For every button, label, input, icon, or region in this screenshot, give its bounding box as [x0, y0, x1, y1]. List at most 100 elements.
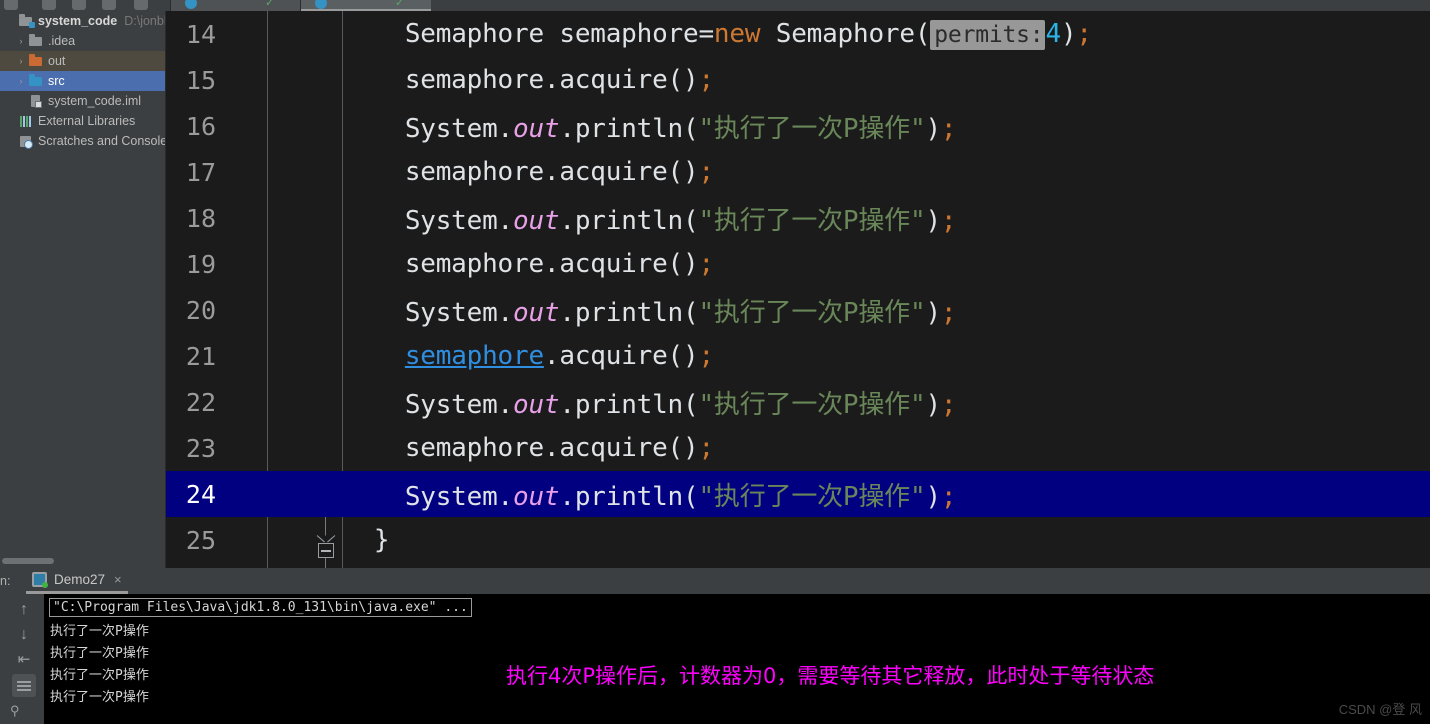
code-token: .println(	[559, 389, 699, 420]
tree-item-system-code[interactable]: · system_code D:\jonbhel	[0, 11, 165, 31]
java-class-icon	[185, 0, 197, 9]
code-line-24[interactable]: 24 System.out.println("执行了一次P操作");	[166, 471, 1430, 517]
code-line-15[interactable]: 15 semaphore.acquire();	[166, 57, 1430, 103]
chevron-right-icon[interactable]: ›	[14, 51, 28, 71]
vcs-mark-icon: ✓	[395, 0, 405, 9]
code-token: ;	[698, 65, 714, 95]
console-output[interactable]: "C:\Program Files\Java\jdk1.8.0_131\bin\…	[44, 594, 1430, 724]
code-fold-marker-icon[interactable]	[315, 517, 337, 568]
project-tool-window: · system_code D:\jonbhel › .idea › out › src · sys…	[0, 11, 166, 568]
rerun-up-arrow-icon[interactable]: ↑	[12, 598, 36, 621]
code-text: semaphore.acquire();	[343, 341, 1430, 371]
chevron-right-icon[interactable]: ›	[14, 31, 28, 51]
line-number: 14	[185, 19, 216, 49]
code-token: ;	[940, 481, 957, 512]
code-text: Semaphore semaphore=new Semaphore(permit…	[343, 19, 1430, 50]
code-token: ;	[940, 389, 957, 420]
code-text: System.out.println("执行了一次P操作");	[343, 200, 1430, 237]
code-token: System.	[343, 297, 513, 328]
code-line-20[interactable]: 20 System.out.println("执行了一次P操作");	[166, 287, 1430, 333]
line-number: 20	[185, 295, 216, 325]
code-token: ;	[698, 157, 714, 187]
tree-indent-spacer: ·	[4, 131, 18, 151]
line-number: 23	[185, 433, 216, 463]
code-token: System.	[343, 113, 513, 144]
line-number: 15	[185, 65, 216, 95]
chevron-right-icon[interactable]: ›	[14, 71, 28, 91]
code-line-16[interactable]: 16 System.out.println("执行了一次P操作");	[166, 103, 1430, 149]
soft-wrap-icon[interactable]: ⇤	[12, 648, 36, 671]
tree-item-out[interactable]: › out	[0, 51, 165, 71]
code-token: )	[1060, 19, 1077, 49]
code-token: System.	[343, 481, 513, 512]
code-token: semaphore.acquire()	[343, 433, 699, 463]
code-editor[interactable]: 14 Semaphore semaphore=new Semaphore(per…	[166, 11, 1430, 568]
code-text: semaphore.acquire();	[343, 249, 1430, 279]
line-number: 17	[185, 157, 216, 187]
tree-item-scratches-and-consoles[interactable]: · Scratches and Consoles	[0, 131, 165, 151]
toolbar-icon-3[interactable]	[72, 0, 86, 10]
code-line-14[interactable]: 14 Semaphore semaphore=new Semaphore(per…	[166, 11, 1430, 57]
rerun-down-arrow-icon[interactable]: ↓	[12, 623, 36, 646]
pin-icon[interactable]: ⚲	[10, 704, 23, 717]
code-token: semaphore.acquire()	[343, 249, 699, 279]
code-line-22[interactable]: 22 System.out.println("执行了一次P操作");	[166, 379, 1430, 425]
code-token: ;	[940, 113, 957, 144]
line-number: 19	[185, 249, 216, 279]
tree-indent-spacer: ·	[4, 11, 18, 31]
tree-item-label: system_code	[38, 14, 118, 28]
code-token: out	[513, 113, 560, 144]
code-token: 4	[1045, 19, 1061, 49]
code-token: "执行了一次P操作"	[698, 113, 926, 144]
project-panel-horizontal-scrollbar[interactable]	[2, 558, 54, 564]
toolbar-icon-2[interactable]	[42, 0, 56, 10]
console-output-line: 执行了一次P操作	[50, 690, 149, 705]
toolbar-icon-5[interactable]	[134, 0, 148, 10]
tree-item-path: D:\jonbhel	[124, 14, 165, 28]
tree-item-system-code-iml[interactable]: · system_code.iml	[0, 91, 165, 111]
run-tool-window: n: Demo27 × ↑ ↓ ⇤ "C:\Program Files\Java…	[0, 568, 1430, 724]
run-tab-demo27[interactable]: Demo27 ×	[26, 568, 128, 594]
tree-item-label: Scratches and Consoles	[38, 134, 166, 148]
code-line-23[interactable]: 23 semaphore.acquire();	[166, 425, 1430, 471]
code-line-18[interactable]: 18 System.out.println("执行了一次P操作");	[166, 195, 1430, 241]
code-token: System.	[343, 205, 513, 236]
code-token: semaphore.acquire()	[343, 157, 699, 187]
code-line-25[interactable]: 25 }	[166, 517, 1430, 568]
console-command-line: "C:\Program Files\Java\jdk1.8.0_131\bin\…	[49, 598, 472, 617]
code-line-17[interactable]: 17 semaphore.acquire();	[166, 149, 1430, 195]
tree-item-idea[interactable]: › .idea	[0, 31, 165, 51]
tree-item-external-libraries[interactable]: · External Libraries	[0, 111, 165, 131]
editor-tab-0[interactable]: ✓	[170, 0, 301, 11]
code-token: ;	[940, 297, 957, 328]
console-output-line: 执行了一次P操作	[50, 646, 149, 661]
toolbar-icon-4[interactable]	[102, 0, 116, 10]
line-number: 18	[185, 203, 216, 233]
code-token: )	[925, 205, 941, 236]
code-token: System.	[343, 389, 513, 420]
close-icon[interactable]: ×	[114, 573, 122, 586]
code-token: "执行了一次P操作"	[698, 389, 926, 420]
tree-item-label: src	[48, 74, 65, 88]
code-token: .println(	[559, 297, 699, 328]
line-number: 21	[185, 341, 216, 371]
tree-item-label: External Libraries	[38, 114, 136, 128]
code-line-19[interactable]: 19 semaphore.acquire();	[166, 241, 1430, 287]
code-token: semaphore.acquire()	[343, 65, 699, 95]
iml-file-icon	[28, 93, 44, 109]
line-number: 16	[185, 111, 216, 141]
vcs-mark-icon: ✓	[265, 0, 275, 9]
code-token[interactable]: semaphore	[405, 341, 544, 371]
code-token: Semaphore semaphore=	[404, 19, 714, 49]
code-token: new	[713, 19, 761, 49]
toolbar-icon-1[interactable]	[4, 0, 18, 10]
run-window-label: n:	[0, 574, 11, 588]
folder-out-icon	[28, 53, 44, 69]
code-line-21[interactable]: 21 semaphore.acquire();	[166, 333, 1430, 379]
editor-tab-1[interactable]: ✓	[300, 0, 431, 11]
code-token: out	[513, 481, 560, 512]
scroll-to-end-icon[interactable]	[12, 673, 36, 697]
tree-item-src[interactable]: › src	[0, 71, 165, 91]
